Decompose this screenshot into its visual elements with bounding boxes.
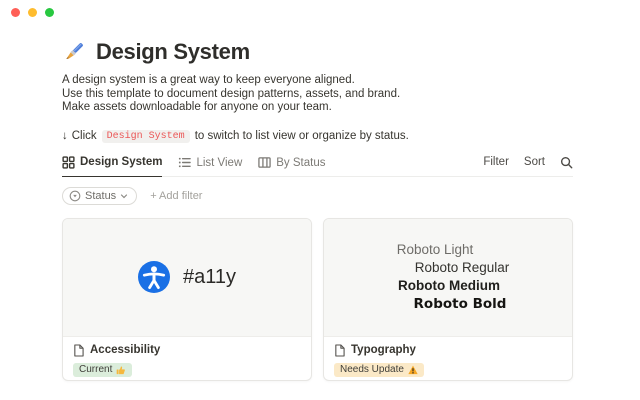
- instruction-suffix: to switch to list view or organize by st…: [195, 130, 409, 142]
- status-badge-label: Current: [79, 364, 112, 375]
- status-chip-label: Status: [85, 190, 116, 202]
- status-badge-needs-update[interactable]: Needs Update: [334, 363, 424, 378]
- card-typography-footer: Typography Needs Update: [324, 337, 572, 378]
- typo-sample-medium: Roboto Medium: [398, 277, 500, 295]
- card-accessibility-footer: Accessibility Current: [63, 337, 311, 378]
- accessibility-icon: [138, 261, 170, 293]
- instruction-prefix: Click: [72, 130, 97, 142]
- window-controls: [11, 8, 54, 17]
- card-title: Accessibility: [90, 344, 160, 356]
- status-filter-chip[interactable]: Status: [62, 187, 137, 205]
- page-description: A design system is a great way to keep e…: [62, 74, 573, 115]
- tab-label: By Status: [276, 157, 325, 169]
- card-typography-preview: Roboto Light Roboto Regular Roboto Mediu…: [324, 219, 572, 337]
- instruction-line: ↓ Click Design System to switch to list …: [62, 130, 573, 143]
- add-filter-button[interactable]: + Add filter: [150, 190, 202, 202]
- list-icon: [178, 156, 191, 169]
- status-badge-current[interactable]: Current: [73, 363, 132, 378]
- view-tabs: Design System: [62, 156, 325, 176]
- typo-sample-regular: Roboto Regular: [415, 259, 510, 277]
- board-icon: [258, 156, 271, 169]
- tab-label: Design System: [80, 156, 162, 168]
- gallery-icon: [62, 156, 75, 169]
- status-filter-icon: [69, 190, 81, 202]
- card-accessibility[interactable]: #a11y Accessibility Current: [62, 218, 312, 381]
- sort-button[interactable]: Sort: [524, 156, 545, 168]
- tab-list-view[interactable]: List View: [178, 156, 242, 177]
- typo-sample-light: Roboto Light: [397, 241, 474, 259]
- status-badge-label: Needs Update: [340, 364, 404, 375]
- chevron-down-icon: [120, 192, 128, 200]
- card-typography[interactable]: Roboto Light Roboto Regular Roboto Mediu…: [323, 218, 573, 381]
- filter-button[interactable]: Filter: [483, 156, 509, 168]
- database-view-bar: Design System: [62, 156, 573, 177]
- paintbrush-emoji: [62, 40, 86, 64]
- thumbs-up-icon: [116, 365, 126, 375]
- view-actions: Filter Sort: [483, 156, 573, 176]
- filter-bar: Status + Add filter: [62, 187, 573, 205]
- close-window-button[interactable]: [11, 8, 20, 17]
- page-icon: [73, 344, 84, 357]
- tab-by-status[interactable]: By Status: [258, 156, 325, 177]
- zoom-window-button[interactable]: [45, 8, 54, 17]
- page-title-row: Design System: [62, 40, 573, 64]
- description-line: Make assets downloadable for anyone on y…: [62, 101, 573, 115]
- page-icon: [334, 344, 345, 357]
- tab-design-system[interactable]: Design System: [62, 156, 162, 177]
- search-icon[interactable]: [560, 156, 573, 169]
- tab-label: List View: [196, 157, 242, 169]
- description-line: Use this template to document design pat…: [62, 88, 573, 102]
- inline-code-design-system: Design System: [102, 130, 190, 143]
- card-title: Typography: [351, 344, 416, 356]
- page-title: Design System: [96, 39, 250, 65]
- a11y-preview-text: #a11y: [183, 266, 236, 289]
- down-arrow-glyph: ↓: [62, 130, 68, 142]
- typo-sample-bold: Roboto Bold: [414, 295, 507, 313]
- page-content: Design System A design system is a great…: [62, 40, 573, 381]
- minimize-window-button[interactable]: [28, 8, 37, 17]
- card-accessibility-preview: #a11y: [63, 219, 311, 337]
- description-line: A design system is a great way to keep e…: [62, 74, 573, 88]
- gallery-cards: #a11y Accessibility Current: [62, 218, 573, 381]
- warning-icon: [408, 365, 418, 375]
